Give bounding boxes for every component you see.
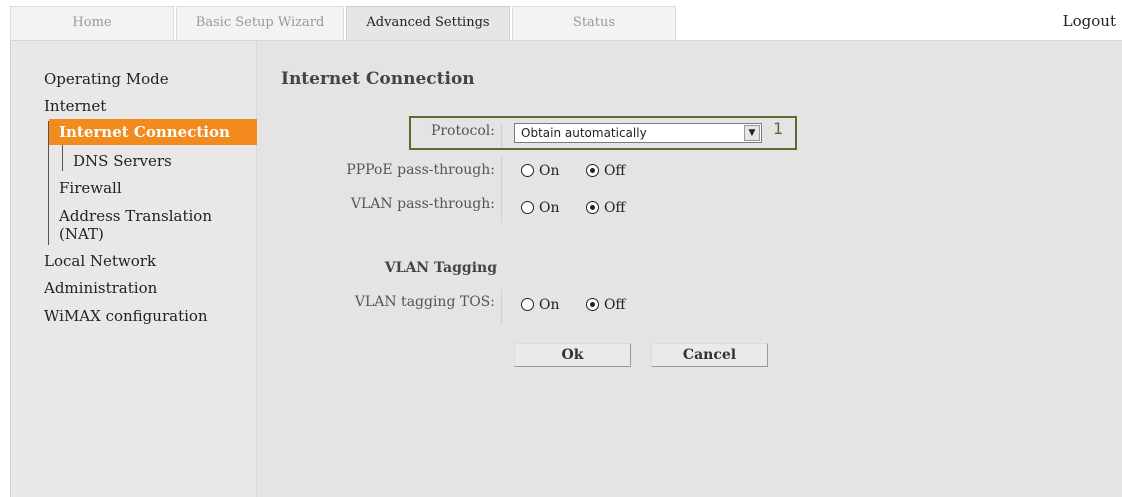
vlan-tos-off-option[interactable]: Off <box>585 297 626 313</box>
pppoe-label: PPPoE pass-through: <box>346 162 495 178</box>
vlan-pass-through-radio-group: On Off <box>521 200 647 216</box>
vlan-tagging-tos-label: VLAN tagging TOS: <box>354 294 495 310</box>
sidebar-item-local-network[interactable]: Local Network <box>44 252 156 270</box>
vlan-pass-on-label: On <box>539 200 560 216</box>
callout-number: 1 <box>773 119 784 138</box>
sidebar-item-dns-servers[interactable]: DNS Servers <box>73 152 172 170</box>
radio-icon[interactable] <box>521 164 534 177</box>
radio-checked-icon[interactable] <box>585 201 599 214</box>
top-tab-bar: Home Basic Setup Wizard Advanced Setting… <box>0 0 1122 42</box>
tab-status[interactable]: Status <box>512 6 676 40</box>
sidebar-item-firewall[interactable]: Firewall <box>59 179 122 197</box>
vlan-pass-off-option[interactable]: Off <box>585 200 626 216</box>
sidebar-item-administration[interactable]: Administration <box>44 279 157 297</box>
radio-icon[interactable] <box>521 298 534 311</box>
protocol-selected-value: Obtain automatically <box>521 126 647 140</box>
tree-connector-sub <box>62 145 63 171</box>
radio-icon[interactable] <box>521 201 534 214</box>
pppoe-on-option[interactable]: On <box>521 163 560 179</box>
tab-advanced-settings[interactable]: Advanced Settings <box>346 6 510 42</box>
protocol-select[interactable]: Obtain automatically ▼ <box>514 123 762 143</box>
sidebar-item-internet[interactable]: Internet <box>44 97 106 115</box>
nat-label-line1: Address Translation <box>59 207 212 225</box>
page-title: Internet Connection <box>281 69 475 89</box>
sidebar-item-nat[interactable]: Address Translation (NAT) <box>59 207 212 243</box>
field-divider <box>501 157 502 223</box>
vlan-pass-through-label: VLAN pass-through: <box>350 196 495 212</box>
vlan-tos-on-label: On <box>539 297 560 313</box>
field-divider <box>501 289 502 325</box>
pppoe-off-label: Off <box>603 163 626 179</box>
sidebar-nav: Operating Mode Internet Internet Connect… <box>11 41 266 497</box>
sidebar-item-wimax-configuration[interactable]: WiMAX configuration <box>44 307 208 325</box>
chevron-down-icon[interactable]: ▼ <box>744 125 760 141</box>
vlan-pass-on-option[interactable]: On <box>521 200 560 216</box>
vlan-tos-radio-group: On Off <box>521 297 647 313</box>
vlan-pass-off-label: Off <box>603 200 626 216</box>
settings-panel: Operating Mode Internet Internet Connect… <box>10 41 1122 497</box>
sidebar-item-operating-mode[interactable]: Operating Mode <box>44 70 169 88</box>
tab-basic-setup-wizard[interactable]: Basic Setup Wizard <box>176 6 344 40</box>
vlan-tagging-heading: VLAN Tagging <box>384 260 497 276</box>
field-divider <box>501 123 502 147</box>
protocol-label: Protocol: <box>430 123 495 139</box>
radio-checked-icon[interactable] <box>585 164 599 177</box>
cancel-button[interactable]: Cancel <box>651 343 768 367</box>
logout-link[interactable]: Logout <box>1063 12 1116 30</box>
tab-home[interactable]: Home <box>10 6 174 40</box>
vlan-tos-off-label: Off <box>603 297 626 313</box>
nat-label-line2: (NAT) <box>59 225 104 243</box>
pppoe-radio-group: On Off <box>521 163 647 179</box>
vlan-tos-on-option[interactable]: On <box>521 297 560 313</box>
sidebar-item-internet-connection[interactable]: Internet Connection <box>49 119 266 145</box>
pppoe-off-option[interactable]: Off <box>585 163 626 179</box>
pppoe-on-label: On <box>539 163 560 179</box>
ok-button[interactable]: Ok <box>514 343 631 367</box>
content-area: Internet Connection Protocol: Obtain aut… <box>257 41 1122 497</box>
radio-checked-icon[interactable] <box>585 298 599 311</box>
